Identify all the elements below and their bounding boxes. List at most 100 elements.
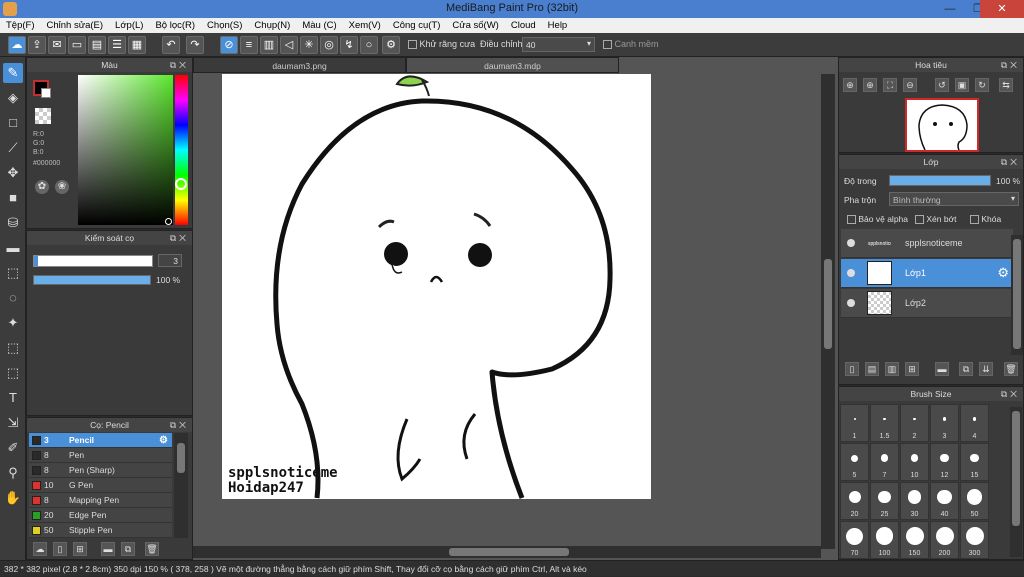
- menu-cloud[interactable]: Cloud: [505, 18, 542, 33]
- brush-item-stipple-pen[interactable]: 50 Stipple Pen: [29, 523, 172, 538]
- scrollbar-thumb[interactable]: [449, 548, 569, 556]
- menu-tools[interactable]: Công cụ(T): [387, 18, 447, 33]
- menu-filter[interactable]: Bộ lọc(R): [149, 18, 201, 33]
- navigator-preview[interactable]: [905, 98, 979, 152]
- hue-handle-icon[interactable]: [175, 178, 187, 190]
- clipping-option[interactable]: Xén bớt: [915, 214, 957, 225]
- layer-item[interactable]: Lớp2: [841, 289, 1013, 318]
- menu-layer[interactable]: Lớp(L): [109, 18, 149, 33]
- brush-size-value[interactable]: 3: [158, 254, 182, 267]
- brush-list-scrollbar[interactable]: [174, 433, 188, 538]
- adjust-select[interactable]: 40 ▾: [522, 37, 595, 52]
- scrollbar-thumb[interactable]: [824, 259, 832, 349]
- folder-icon[interactable]: ▬: [101, 542, 115, 556]
- brush-item-pen[interactable]: 8 Pen: [29, 448, 172, 463]
- hue-slider[interactable]: [175, 75, 188, 225]
- tab-daumam3-png[interactable]: daumam3.png: [193, 57, 406, 73]
- comment-icon[interactable]: ✉: [48, 36, 66, 54]
- fit-icon[interactable]: ⛶: [883, 78, 897, 92]
- drawing-canvas[interactable]: spplsnoticeme Hoidap247: [222, 74, 651, 499]
- palette-icon[interactable]: ✿: [35, 180, 49, 194]
- redo-icon[interactable]: ↷: [186, 36, 204, 54]
- panel-buttons-icon[interactable]: ⧉✕: [1001, 387, 1020, 401]
- move-tool-icon[interactable]: ✥: [3, 163, 23, 183]
- brush-tool-icon[interactable]: ✎: [3, 63, 23, 83]
- background-color-swatch[interactable]: [41, 88, 51, 98]
- brush-size-cell[interactable]: 10: [900, 443, 929, 481]
- duplicate-icon[interactable]: ⧉: [121, 542, 135, 556]
- scrollbar-thumb[interactable]: [1013, 239, 1021, 349]
- zoom-in-alt-icon[interactable]: ⊕: [863, 78, 877, 92]
- brush-size-cell[interactable]: 7: [870, 443, 899, 481]
- layer-opacity-slider[interactable]: [889, 175, 991, 186]
- panel-buttons-icon[interactable]: ⧉✕: [1001, 155, 1020, 169]
- menu-color[interactable]: Màu (C): [296, 18, 342, 33]
- panel-buttons-icon[interactable]: ⧉✕: [170, 58, 189, 72]
- brush-size-cell[interactable]: 200: [930, 521, 959, 559]
- menu-help[interactable]: Help: [542, 18, 574, 33]
- ellipse-snap-icon[interactable]: ○: [360, 36, 378, 54]
- add-layer-icon[interactable]: ⊞: [905, 362, 919, 376]
- eraser-tool-icon[interactable]: ◈: [3, 88, 23, 108]
- new-8bit-layer-icon[interactable]: ▥: [885, 362, 899, 376]
- clipping-checkbox[interactable]: [915, 215, 924, 225]
- brush-size-cell[interactable]: 3: [930, 404, 959, 442]
- gradient-tool-icon[interactable]: ▬: [3, 238, 23, 258]
- curve-snap-icon[interactable]: ↯: [340, 36, 358, 54]
- lock-option[interactable]: Khóa: [970, 214, 1001, 225]
- minimize-button[interactable]: —: [936, 0, 964, 18]
- duplicate-icon[interactable]: ⧉: [959, 362, 973, 376]
- brush-size-cell[interactable]: 150: [900, 521, 929, 559]
- layer-item[interactable]: spplsnoticeme spplsnoticeme: [841, 229, 1013, 258]
- flip-icon[interactable]: ⇆: [999, 78, 1013, 92]
- new-brush-icon[interactable]: ▯: [53, 542, 67, 556]
- menu-snap[interactable]: Chụp(N): [248, 18, 296, 33]
- layer-item[interactable]: Lớp1 ⚙: [841, 259, 1013, 288]
- operation-tool-icon[interactable]: ⇲: [3, 413, 23, 433]
- canvas-vertical-scrollbar[interactable]: [821, 74, 835, 549]
- brush-size-cell[interactable]: 30: [900, 482, 929, 520]
- select-pen-tool-icon[interactable]: ⬚: [3, 338, 23, 358]
- divide-tool-icon[interactable]: ✐: [3, 438, 23, 458]
- dot-tool-icon[interactable]: □: [3, 113, 23, 133]
- panel-buttons-icon[interactable]: ⧉✕: [1001, 58, 1020, 72]
- brush-item-pencil[interactable]: 3 Pencil ⚙: [29, 433, 172, 448]
- edge-option[interactable]: Canh mềm: [603, 39, 659, 50]
- bucket-tool-icon[interactable]: ⛁: [3, 213, 23, 233]
- no-snap-icon[interactable]: ⊘: [220, 36, 238, 54]
- brush-size-scrollbar[interactable]: [1010, 407, 1022, 557]
- scrollbar-thumb[interactable]: [177, 443, 185, 473]
- edge-checkbox[interactable]: [603, 40, 612, 50]
- merge-icon[interactable]: ⇊: [979, 362, 993, 376]
- brush-size-cell[interactable]: 50: [960, 482, 989, 520]
- share-icon[interactable]: ⇪: [28, 36, 46, 54]
- gear-icon[interactable]: ⚙: [159, 433, 168, 448]
- eye-icon[interactable]: [847, 269, 855, 277]
- brush-item-edge-pen[interactable]: 20 Edge Pen: [29, 508, 172, 523]
- eyedropper-tool-icon[interactable]: ⚲: [3, 463, 23, 483]
- blend-mode-select[interactable]: Bình thường ▾: [889, 192, 1019, 206]
- brush-size-cell[interactable]: 40: [930, 482, 959, 520]
- brush-size-cell[interactable]: 25: [870, 482, 899, 520]
- brush-size-cell[interactable]: 12: [930, 443, 959, 481]
- grid-icon[interactable]: ▦: [128, 36, 146, 54]
- text-tool-icon[interactable]: T: [3, 388, 23, 408]
- brush-size-slider[interactable]: [33, 255, 153, 267]
- brush-size-cell[interactable]: 5: [840, 443, 869, 481]
- zoom-out-icon[interactable]: ⊖: [903, 78, 917, 92]
- actual-size-icon[interactable]: ▣: [955, 78, 969, 92]
- brush-size-cell[interactable]: 20: [840, 482, 869, 520]
- brush-size-cell[interactable]: 100: [870, 521, 899, 559]
- parallel-snap-icon[interactable]: ≡: [240, 36, 258, 54]
- picker-handle-icon[interactable]: [165, 218, 172, 225]
- settings-icon[interactable]: ⚙: [382, 36, 400, 54]
- select-tool-icon[interactable]: ⬚: [3, 263, 23, 283]
- gear-icon[interactable]: ⚙: [997, 265, 1009, 281]
- brush-size-cell[interactable]: 70: [840, 521, 869, 559]
- layer-list-scrollbar[interactable]: [1011, 235, 1023, 355]
- zoom-in-icon[interactable]: ⊕: [843, 78, 857, 92]
- menu-select[interactable]: Chọn(S): [201, 18, 248, 33]
- scrollbar-thumb[interactable]: [1012, 411, 1020, 526]
- radial-snap-icon[interactable]: ✳: [300, 36, 318, 54]
- brush-size-cell[interactable]: 300: [960, 521, 989, 559]
